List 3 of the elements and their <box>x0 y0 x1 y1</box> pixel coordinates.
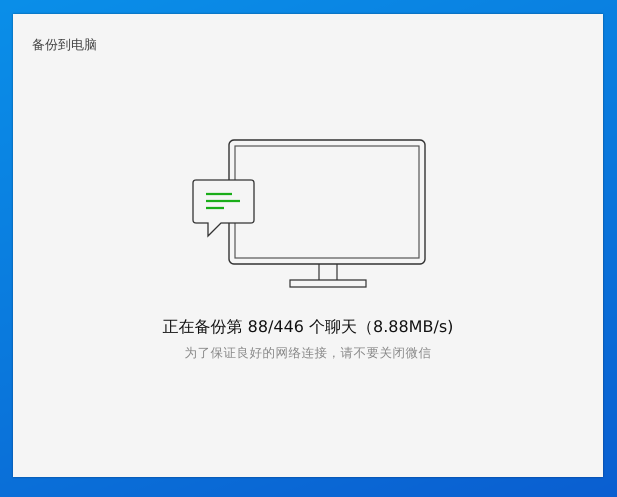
backup-progress-text: 正在备份第 88/446 个聊天（8.88MB/s) <box>162 316 454 338</box>
hint-text: 为了保证良好的网络连接，请不要关闭微信 <box>184 344 432 362</box>
dialog-title: 备份到电脑 <box>32 37 97 55</box>
